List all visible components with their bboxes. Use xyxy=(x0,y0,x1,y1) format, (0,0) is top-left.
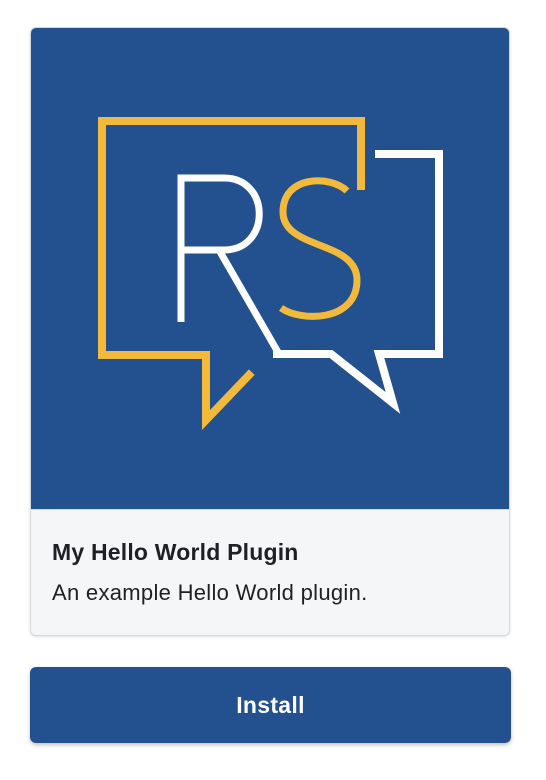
plugin-image xyxy=(31,28,509,509)
install-button[interactable]: Install xyxy=(30,667,511,743)
plugin-card: My Hello World Plugin An example Hello W… xyxy=(30,27,510,636)
plugin-info: My Hello World Plugin An example Hello W… xyxy=(31,510,509,635)
rs-speech-bubbles-logo-icon xyxy=(98,117,443,430)
plugin-description: An example Hello World plugin. xyxy=(52,580,368,605)
plugin-title: My Hello World Plugin xyxy=(52,539,299,565)
